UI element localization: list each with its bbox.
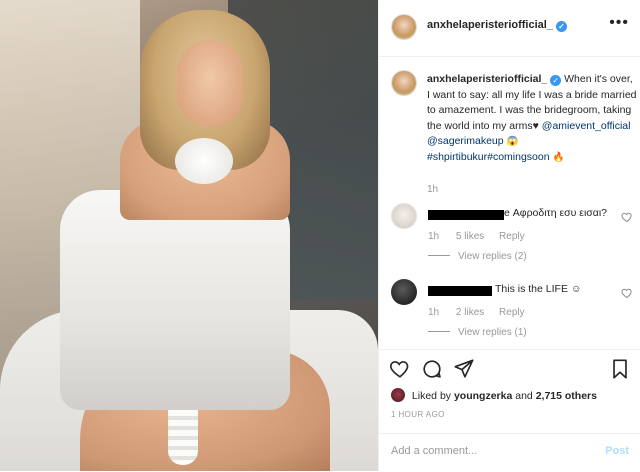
- author-username-text[interactable]: anxhelaperisteriofficial_: [427, 19, 553, 31]
- comment-likes-count[interactable]: 5 likes: [456, 231, 484, 242]
- caption-author-username[interactable]: anxhelaperisteriofficial_: [427, 73, 547, 85]
- liked-by-joiner: and: [515, 390, 533, 402]
- redacted-username: [428, 210, 504, 220]
- comment-time: 1h: [428, 231, 440, 242]
- more-options-icon[interactable]: •••: [609, 14, 629, 32]
- caption-time: 1h: [427, 184, 439, 195]
- replies-divider-line: [428, 255, 450, 256]
- comment-time: 1h: [428, 307, 440, 318]
- caption-text: anxhelaperisteriofficial_ ✓ When it's ove…: [427, 72, 637, 165]
- liked-by-avatar[interactable]: [391, 388, 405, 402]
- comment-icon[interactable]: [421, 358, 443, 380]
- author-username[interactable]: anxhelaperisteriofficial_ ✓: [427, 19, 567, 32]
- photo-choker: [175, 138, 233, 184]
- replies-divider-line: [428, 331, 450, 332]
- caption-fire-emoji: 🔥: [552, 151, 565, 163]
- comment-like-heart-icon[interactable]: [621, 211, 633, 223]
- add-comment-input[interactable]: Add a comment...: [391, 445, 591, 457]
- photo-dress-bodice: [60, 190, 290, 410]
- post-actions: Liked by youngzerka and 2,715 others 1 H…: [379, 349, 640, 434]
- verified-badge-icon: ✓: [555, 21, 567, 32]
- liked-by-prefix: Liked by: [411, 390, 452, 402]
- liked-by-user[interactable]: youngzerka: [454, 390, 512, 402]
- comment-meta: 1h 2 likes Reply: [428, 307, 537, 318]
- caption-heart-emoji: ♥: [532, 119, 539, 132]
- photo-face: [177, 40, 243, 126]
- bookmark-icon[interactable]: [609, 358, 631, 380]
- caption-scream-emoji: 😱: [506, 136, 519, 147]
- comment-like-heart-icon[interactable]: [621, 287, 633, 299]
- post-timestamp: 1 HOUR AGO: [391, 410, 445, 419]
- post-side-panel: anxhelaperisteriofficial_ ✓ ••• anxhelape…: [378, 0, 640, 471]
- comment-reply-button[interactable]: Reply: [499, 231, 525, 242]
- comment-text: This is the LIFE ☺: [495, 283, 582, 295]
- instagram-post-view: anxhelaperisteriofficial_ ✓ ••• anxhelape…: [0, 0, 640, 471]
- share-icon[interactable]: [453, 358, 475, 380]
- post-header: anxhelaperisteriofficial_ ✓ •••: [379, 0, 640, 57]
- view-replies-button[interactable]: View replies (1): [428, 327, 527, 338]
- liked-by-summary: Liked by youngzerka and 2,715 others: [391, 388, 597, 402]
- view-replies-label[interactable]: View replies (1): [458, 327, 527, 338]
- caption-verified-badge-icon: ✓: [550, 75, 562, 86]
- commenter-avatar[interactable]: [391, 279, 417, 305]
- mention-sagerimakeup-link[interactable]: @sagerimakeup: [427, 135, 504, 147]
- add-comment-bar: Add a comment... Post: [379, 433, 640, 472]
- post-comment-button[interactable]: Post: [605, 445, 629, 457]
- mention-amievent-link[interactable]: @amievent_official: [542, 120, 631, 132]
- view-replies-label[interactable]: View replies (2): [458, 251, 527, 262]
- comment-item: е Αφροδιτη εσυ εισαι? 1h 5 likes Reply V…: [391, 203, 633, 273]
- view-replies-button[interactable]: View replies (2): [428, 251, 527, 262]
- comment-item: This is the LIFE ☺ 1h 2 likes Reply View…: [391, 279, 633, 349]
- comment-meta: 1h 5 likes Reply: [428, 231, 537, 242]
- author-avatar[interactable]: [391, 14, 417, 40]
- comment-reply-button[interactable]: Reply: [499, 307, 525, 318]
- comment-text: е Αφροδιτη εσυ εισαι?: [504, 207, 608, 219]
- hashtags-link[interactable]: #shpirtibukur#comingsoon: [427, 151, 550, 163]
- redacted-username: [428, 286, 492, 296]
- commenter-avatar[interactable]: [391, 203, 417, 229]
- comment-likes-count[interactable]: 2 likes: [456, 307, 484, 318]
- heart-icon[interactable]: [389, 358, 411, 380]
- likes-count-link[interactable]: 2,715 others: [536, 390, 597, 402]
- caption-author-avatar[interactable]: [391, 70, 417, 96]
- post-photo[interactable]: [0, 0, 378, 471]
